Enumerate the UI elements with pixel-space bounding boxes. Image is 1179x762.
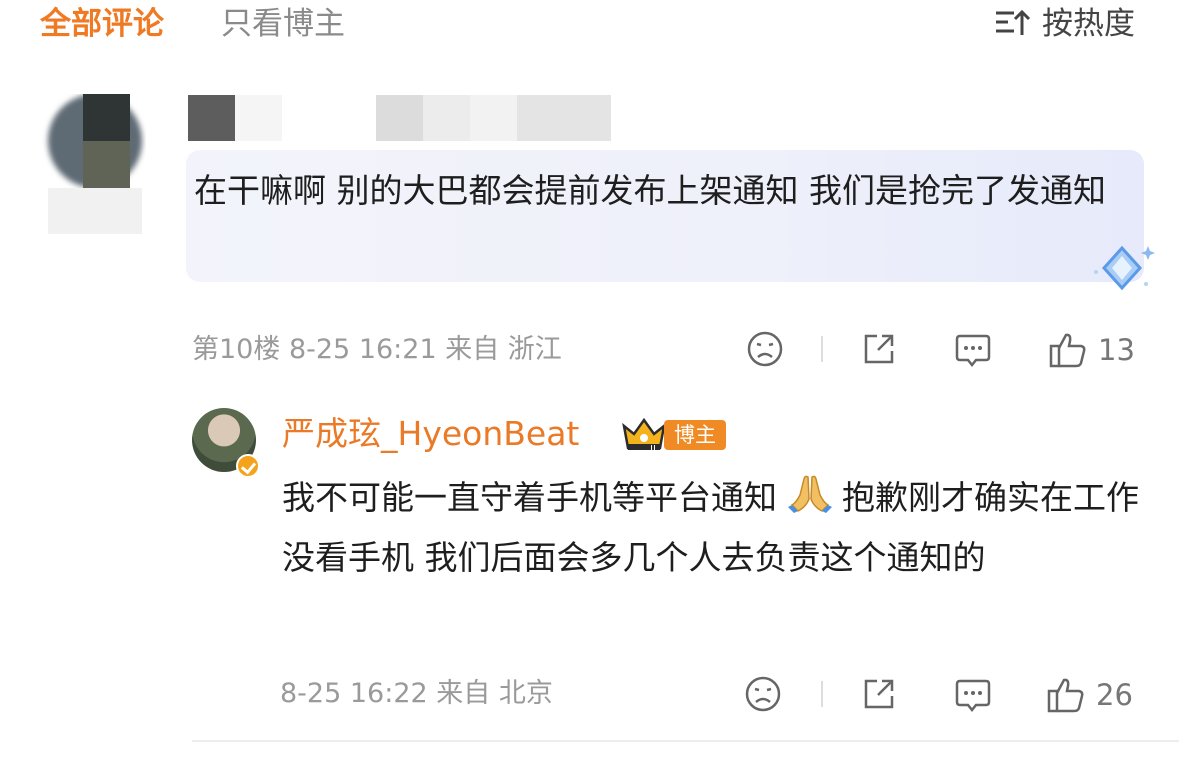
comment-bubble-icon bbox=[954, 330, 992, 370]
commenter-name-blurred[interactable] bbox=[188, 95, 235, 141]
like-count: 26 bbox=[1096, 678, 1133, 712]
reply-text: 我不可能一直守着手机等平台通知 抱歉刚才确实在工作没看手机 我们后面会多几个人去… bbox=[282, 470, 1142, 586]
comment-location: 来自 浙江 bbox=[445, 334, 562, 365]
reply-like-button[interactable]: 26 bbox=[1046, 675, 1133, 715]
comment-bubble[interactable]: 在干嘛啊 别的大巴都会提前发布上架通知 我们是抢完了发通知 bbox=[186, 150, 1144, 282]
blogger-avatar[interactable] bbox=[192, 408, 266, 482]
share-icon bbox=[860, 330, 898, 368]
action-divider bbox=[821, 336, 823, 362]
thumbs-up-icon bbox=[1048, 330, 1088, 370]
share-icon bbox=[860, 675, 898, 713]
reply-text-part1: 我不可能一直守着手机等平台通知 bbox=[282, 478, 777, 517]
floor-number: 第10楼 bbox=[192, 334, 281, 365]
comment-tab-bar: 全部评论 只看博主 按热度 bbox=[0, 0, 1179, 54]
reply-share-button[interactable] bbox=[860, 675, 898, 713]
separator-line bbox=[192, 740, 1179, 742]
sort-by-heat-button[interactable]: 按热度 bbox=[994, 4, 1135, 44]
commenter-avatar-blurred[interactable] bbox=[36, 94, 146, 236]
comment-time: 8-25 16:21 bbox=[288, 334, 437, 365]
reply-time: 8-25 16:22 bbox=[280, 678, 428, 709]
sort-label: 按热度 bbox=[1042, 6, 1135, 42]
diamond-sparkle-icon bbox=[1088, 240, 1158, 296]
commenter-name-blurred bbox=[423, 95, 470, 141]
frown-face-icon bbox=[744, 675, 782, 713]
reply-author-name[interactable]: 严成玹_HyeonBeat bbox=[282, 412, 579, 456]
commenter-name-blurred bbox=[376, 95, 423, 141]
tab-all-comments[interactable]: 全部评论 bbox=[40, 4, 164, 44]
reply-location: 来自 北京 bbox=[436, 678, 553, 709]
comment-text: 在干嘛啊 别的大巴都会提前发布上架通知 我们是抢完了发通知 bbox=[194, 171, 1106, 210]
crown-icon: II bbox=[620, 414, 668, 455]
like-count: 13 bbox=[1098, 333, 1135, 367]
thumbs-up-icon bbox=[1046, 675, 1086, 715]
reply-comment-button[interactable] bbox=[954, 675, 992, 715]
frown-face-icon bbox=[746, 330, 784, 368]
commenter-name-blurred bbox=[470, 95, 517, 141]
reply-dislike-button[interactable] bbox=[744, 675, 782, 713]
verified-badge-icon bbox=[236, 454, 260, 478]
action-divider bbox=[821, 681, 823, 707]
reply-meta: 8-25 16:22 来自 北京 bbox=[280, 676, 553, 712]
comment-bubble-icon bbox=[954, 675, 992, 715]
comment-meta: 第10楼 8-25 16:21 来自 浙江 bbox=[192, 332, 562, 368]
blogger-tag: 博主 bbox=[664, 420, 726, 450]
folded-hands-icon bbox=[787, 473, 832, 530]
commenter-name-blurred bbox=[235, 95, 282, 141]
share-button[interactable] bbox=[860, 330, 898, 368]
dislike-button[interactable] bbox=[746, 330, 784, 368]
like-button[interactable]: 13 bbox=[1048, 330, 1135, 370]
tab-blogger-only[interactable]: 只看博主 bbox=[221, 4, 345, 44]
svg-text:II: II bbox=[650, 444, 656, 454]
commenter-name-blurred bbox=[517, 95, 611, 141]
sort-icon bbox=[994, 7, 1032, 41]
reply-button[interactable] bbox=[954, 330, 992, 370]
